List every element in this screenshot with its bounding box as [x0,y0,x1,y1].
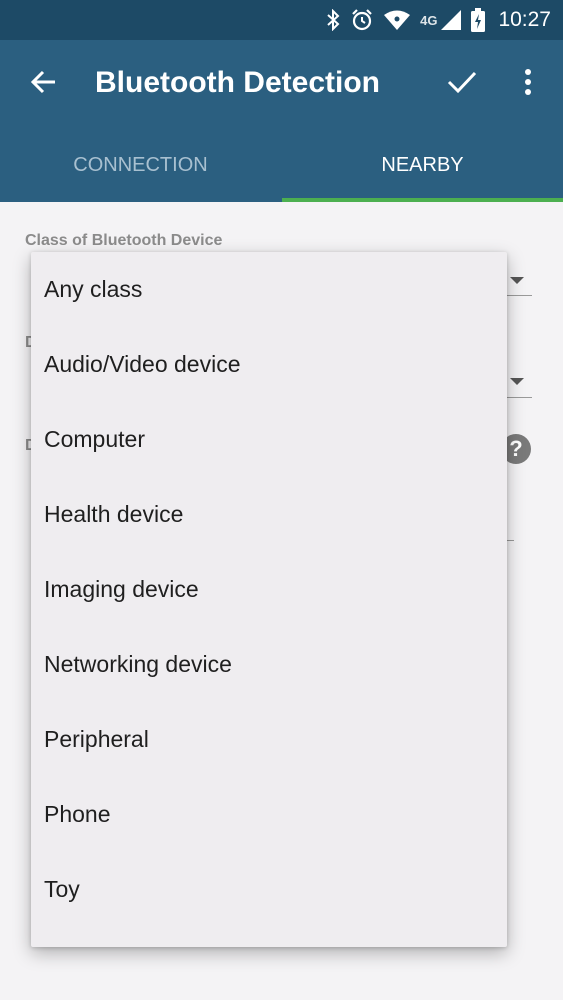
status-icons: 4G 10:27 [325,0,551,40]
class-spinner-arrow-icon[interactable] [510,277,524,284]
tab-bar: CONNECTION NEARBY [0,128,563,202]
dropdown-option[interactable]: Any class [31,252,507,327]
status-bar: 4G 10:27 [0,0,563,40]
dropdown-option[interactable]: Computer [31,402,507,477]
dropdown-option[interactable]: Networking device [31,627,507,702]
dropdown-option[interactable]: Toy [31,852,507,927]
class-of-device-label: Class of Bluetooth Device [25,232,223,249]
second-spinner-underline [506,397,532,398]
check-icon [447,70,477,99]
more-options-button[interactable] [508,62,548,106]
signal-icon [440,9,462,31]
app-bar: Bluetooth Detection [0,40,563,128]
tab-connection[interactable]: CONNECTION [0,128,281,202]
clock: 10:27 [498,8,551,31]
class-spinner-underline [506,295,532,296]
back-arrow-icon [30,68,58,101]
third-field-underline [506,540,514,541]
bluetooth-icon [325,9,341,31]
second-spinner-arrow-icon[interactable] [510,378,524,385]
battery-icon [471,8,486,32]
dropdown-options: Any class Audio/Video device Computer Healt… [31,252,507,927]
more-vert-icon [524,68,532,101]
network-type: 4G [420,12,438,28]
back-button[interactable] [22,62,66,106]
dropdown-option[interactable]: Audio/Video device [31,327,507,402]
save-button[interactable] [440,62,484,106]
dropdown-option[interactable]: Peripheral [31,702,507,777]
alarm-icon [350,8,374,32]
dropdown-option[interactable]: Phone [31,777,507,852]
wifi-icon [383,9,411,31]
tab-nearby[interactable]: NEARBY [282,128,563,202]
dropdown-option[interactable]: Imaging device [31,552,507,627]
device-class-dropdown: Any class Audio/Video device Computer Healt… [31,252,507,947]
page-title: Bluetooth Detection [95,66,380,99]
dropdown-option[interactable]: Health device [31,477,507,552]
